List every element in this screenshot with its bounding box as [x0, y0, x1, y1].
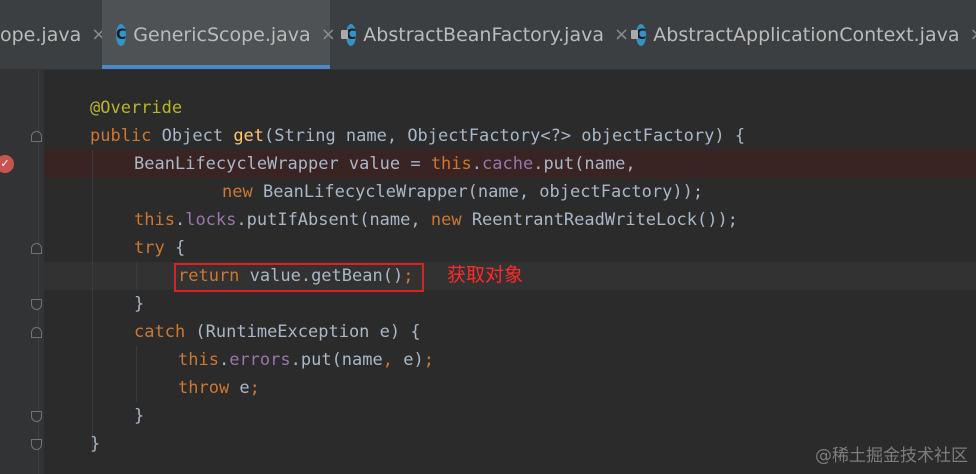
java-class-icon: C — [116, 23, 127, 46]
fold-icon[interactable] — [31, 439, 42, 450]
code-line-3[interactable]: BeanLifecycleWrapper value = this.cache.… — [134, 150, 636, 178]
fold-icon[interactable] — [31, 299, 42, 310]
tab-label: AbstractApplicationContext.java — [653, 23, 960, 46]
code-editor[interactable]: ✓ @Override public Object get(String nam… — [0, 70, 976, 474]
tab-generic-scope[interactable]: C GenericScope.java × — [102, 0, 336, 69]
editor-tab-bar: ope.java × C GenericScope.java × C Abstr… — [0, 0, 976, 70]
tab-label: AbstractBeanFactory.java — [363, 23, 604, 46]
tab-abstract-bean-factory[interactable]: C AbstractBeanFactory.java × — [340, 0, 629, 69]
tab-label: GenericScope.java — [133, 23, 311, 46]
code-line-8[interactable]: } — [134, 290, 144, 318]
fold-icon[interactable] — [31, 243, 42, 254]
tab-abstract-application-context[interactable]: C AbstractApplicationContext.java × — [630, 0, 976, 69]
code-line-12[interactable]: } — [134, 402, 144, 430]
indent-guide — [92, 150, 93, 450]
code-line-2[interactable]: public Object get(String name, ObjectFac… — [90, 122, 745, 150]
indent-guide — [136, 346, 137, 402]
code-line-13[interactable]: } — [90, 430, 100, 458]
tab-label: ope.java — [0, 23, 82, 46]
fold-icon[interactable] — [31, 327, 42, 338]
indent-guide — [136, 262, 137, 290]
close-icon[interactable]: × — [969, 24, 976, 45]
close-icon[interactable]: × — [614, 24, 629, 45]
java-class-icon: C — [630, 23, 647, 46]
code-line-9[interactable]: catch (RuntimeException e) { — [134, 318, 421, 346]
highlight-box — [174, 263, 424, 292]
fold-icon[interactable] — [31, 411, 42, 422]
annotation-note: 获取对象 — [447, 264, 524, 286]
code-line-4[interactable]: new BeanLifecycleWrapper(name, objectFac… — [222, 178, 703, 206]
code-line-5[interactable]: this.locks.putIfAbsent(name, new Reentra… — [134, 206, 738, 234]
code-line-11[interactable]: throw e; — [178, 374, 260, 402]
fold-icon[interactable] — [31, 131, 42, 142]
code-line-1[interactable]: @Override — [90, 94, 182, 122]
watermark: @稀土掘金技术社区 — [815, 446, 968, 466]
tab-scope[interactable]: ope.java × — [0, 0, 106, 69]
active-tab-indicator — [102, 65, 330, 69]
java-class-icon: C — [340, 23, 357, 46]
code-line-6[interactable]: try { — [134, 234, 185, 262]
close-icon[interactable]: × — [321, 24, 336, 45]
code-line-10[interactable]: this.errors.put(name, e); — [178, 346, 434, 374]
